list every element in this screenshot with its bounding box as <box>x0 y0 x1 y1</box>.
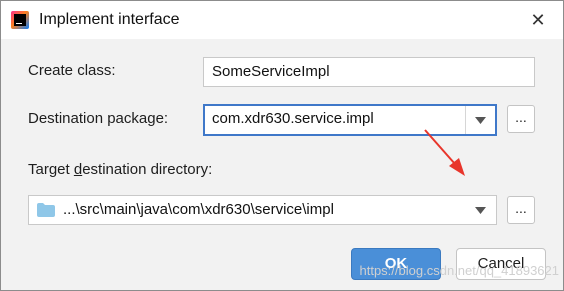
destination-package-value: com.xdr630.service.impl <box>212 110 374 127</box>
chevron-down-icon <box>475 117 486 124</box>
chevron-down-icon <box>475 207 486 214</box>
folder-icon <box>37 203 55 217</box>
target-directory-dropdown[interactable] <box>466 196 496 224</box>
watermark: https://blog.csdn.net/qq_41893621 <box>359 263 560 278</box>
create-class-input[interactable]: SomeServiceImpl <box>203 57 535 87</box>
intellij-idea-icon <box>11 11 29 29</box>
browse-directory-button[interactable]: ... <box>507 196 535 224</box>
annotation-arrow <box>424 129 465 176</box>
browse-package-button[interactable]: ... <box>507 105 535 133</box>
close-icon[interactable]: ✕ <box>525 7 551 33</box>
target-directory-value: ...\src\main\java\com\xdr630\service\imp… <box>63 201 334 218</box>
implement-interface-dialog: Implement interface ✕ Create class: Some… <box>0 0 564 291</box>
target-directory-combo[interactable]: ...\src\main\java\com\xdr630\service\imp… <box>28 195 497 225</box>
create-class-label: Create class: <box>28 62 116 79</box>
target-directory-label: Target destination directory: <box>28 161 213 178</box>
title-bar: Implement interface ✕ <box>1 1 563 39</box>
destination-package-label: Destination package: <box>28 110 169 127</box>
window-title: Implement interface <box>39 11 180 28</box>
